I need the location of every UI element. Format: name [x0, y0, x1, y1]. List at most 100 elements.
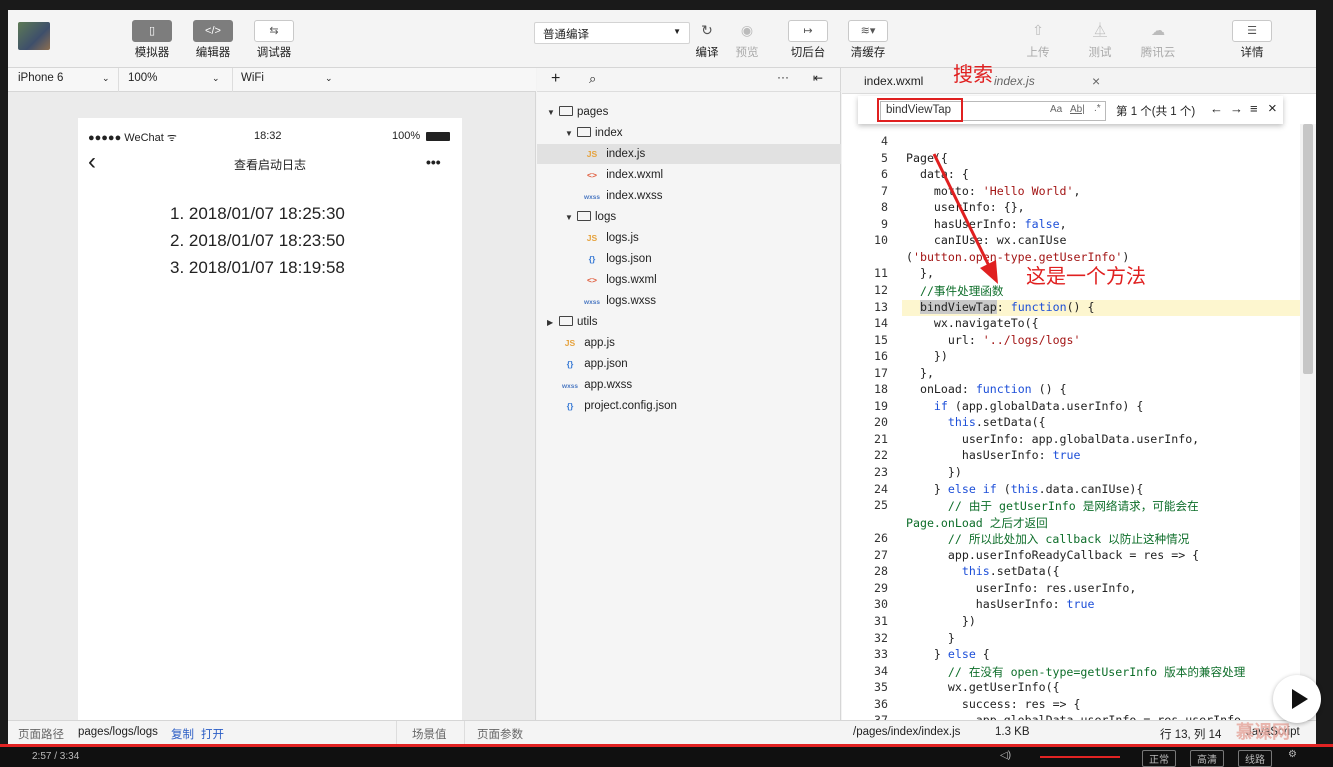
caret-right-icon: ▶	[547, 318, 554, 327]
tree-file-app-js[interactable]: JS app.js	[559, 333, 615, 353]
folder-icon	[559, 106, 573, 116]
line-button[interactable]: 线路	[1238, 750, 1272, 767]
tree-folder-logs[interactable]: ▼ logs	[565, 207, 616, 227]
tree-folder-index[interactable]: ▼ index	[565, 123, 623, 143]
whole-word-icon[interactable]: Ab|	[1070, 104, 1085, 115]
scene-value-button[interactable]: 场景值	[412, 726, 447, 742]
line-number: 24	[874, 481, 888, 496]
clear-cache-button[interactable]: ≋▾ 清缓存	[848, 20, 888, 60]
tree-file-index-wxml[interactable]: <> index.wxml	[581, 165, 663, 185]
code-line: },	[906, 365, 934, 380]
copy-link[interactable]: 复制	[171, 726, 194, 742]
log-item: 1. 2018/01/07 18:25:30	[170, 204, 345, 223]
code-area[interactable]: 4 5 Page({6 data: {7 motto: 'Hello World',…	[842, 68, 1316, 727]
js-file-icon: JS	[586, 149, 598, 159]
more-icon[interactable]: •••	[426, 154, 441, 170]
find-in-selection-icon[interactable]: ≡	[1250, 101, 1258, 116]
cursor-position: 行 13, 列 14	[1160, 729, 1222, 741]
tree-file-app-json[interactable]: {} app.json	[559, 354, 628, 374]
tree-file-app-wxss[interactable]: wxss app.wxss	[559, 375, 632, 395]
user-avatar[interactable]	[18, 22, 50, 50]
line-number: 17	[874, 365, 888, 380]
upload-button[interactable]: ⇧ 上传	[1018, 20, 1058, 60]
background-button[interactable]: ↦ 切后台	[788, 20, 828, 60]
regex-icon[interactable]: .*	[1094, 103, 1101, 114]
compile-mode-select[interactable]: 普通编译 ▼	[534, 22, 690, 44]
divider	[464, 721, 465, 744]
open-link[interactable]: 打开	[201, 726, 224, 742]
tab-index-wxml[interactable]: index.wxml	[864, 68, 923, 94]
code-line: userInfo: res.userInfo,	[906, 580, 1137, 595]
details-button[interactable]: ☰ 详情	[1232, 20, 1272, 60]
debug-icon: ⇆	[254, 20, 294, 42]
tree-file-logs-wxss[interactable]: wxss logs.wxss	[581, 291, 656, 311]
match-case-icon[interactable]: Aa	[1050, 104, 1062, 115]
line-number: 12	[874, 282, 888, 297]
search-result-count: 第 1 个(共 1 个)	[1116, 106, 1196, 118]
tencent-cloud-button[interactable]: ☁ 腾讯云	[1138, 20, 1178, 60]
tree-label: project.config.json	[584, 400, 677, 412]
preview-button[interactable]: ◉ 预览	[730, 20, 764, 60]
line-number: 30	[874, 597, 888, 612]
simulator-button[interactable]: ▯ 模拟器	[132, 20, 172, 60]
line-number: 23	[874, 465, 888, 479]
close-icon[interactable]: ×	[1268, 100, 1277, 117]
js-file-icon: JS	[586, 233, 598, 243]
tree-folder-pages[interactable]: ▼ pages	[547, 102, 608, 122]
compile-button[interactable]: ↻ 编译	[690, 20, 724, 60]
preview-label: 预览	[735, 47, 759, 59]
line-number: 16	[874, 349, 888, 364]
close-tab-icon[interactable]: ×	[1092, 68, 1100, 94]
search-icon[interactable]: ⌕	[589, 71, 596, 87]
tree-file-logs-js[interactable]: JS logs.js	[581, 228, 639, 248]
speed-button[interactable]: 正常	[1142, 750, 1176, 767]
test-label: 测试	[1088, 47, 1112, 59]
upload-icon: ⇧	[1032, 22, 1044, 38]
code-line: // 在没有 open-type=getUserInfo 版本的兼容处理	[906, 664, 1246, 679]
scroll-thumb[interactable]	[1303, 124, 1313, 374]
more-icon[interactable]: ···	[777, 70, 789, 84]
collapse-icon[interactable]: ⇤	[813, 71, 823, 85]
tree-file-index-wxss[interactable]: wxss index.wxss	[581, 186, 662, 206]
code-line: } else {	[906, 647, 990, 662]
phone-screen: ●●●●● WeChat ᯤ 18:32 100% ‹ 查看启动日志 ••• 1…	[78, 118, 462, 730]
volume-icon[interactable]: ◁)	[1000, 750, 1011, 761]
tree-folder-utils[interactable]: ▶ utils	[547, 312, 597, 332]
editor-scrollbar[interactable]	[1300, 124, 1316, 720]
tree-label: index.wxss	[606, 190, 663, 202]
debugger-button[interactable]: ⇆ 调试器	[254, 20, 294, 60]
watermark-logo: 慕课网	[1236, 722, 1290, 742]
add-icon[interactable]: +	[551, 70, 560, 88]
volume-slider[interactable]	[1040, 756, 1120, 758]
arrow-left-icon[interactable]: ←	[1210, 101, 1223, 116]
wxss-file-icon: wxss	[584, 299, 600, 306]
network-select[interactable]: WiFi ⌄	[241, 72, 341, 84]
tree-file-logs-wxml[interactable]: <> logs.wxml	[581, 270, 657, 290]
debugger-label: 调试器	[256, 47, 292, 59]
menu-icon: ☰	[1232, 20, 1272, 42]
tab-index-js[interactable]: index.js	[994, 68, 1035, 94]
line-number: 6	[881, 167, 888, 182]
page-path-label: 页面路径	[18, 729, 64, 741]
settings-icon[interactable]: ⚙	[1288, 749, 1297, 760]
tree-file-index-js[interactable]: JS index.js	[537, 144, 841, 164]
code-line: // 所以此处加入 callback 以防止这种情况	[906, 532, 1190, 547]
line-number: 7	[881, 183, 888, 198]
page-params-button[interactable]: 页面参数	[477, 726, 523, 742]
line-number: 27	[874, 547, 888, 562]
line-number: 31	[874, 613, 888, 628]
quality-button[interactable]: 高清	[1190, 750, 1224, 767]
code-line: bindViewTap: function() {	[919, 299, 1095, 314]
tree-file-project-config[interactable]: {} project.config.json	[559, 396, 677, 416]
arrow-right-icon[interactable]: →	[1230, 101, 1243, 116]
chevron-down-icon: ⌄	[325, 73, 333, 83]
test-button[interactable]: ⏅ 测试	[1080, 20, 1120, 60]
play-button[interactable]	[1273, 675, 1321, 723]
caret-down-icon: ▼	[547, 108, 555, 117]
editor-button[interactable]: </> 编辑器	[193, 20, 233, 60]
line-number: 5	[881, 150, 888, 165]
device-select[interactable]: iPhone 6 ⌄	[18, 72, 118, 84]
zoom-select[interactable]: 100% ⌄	[128, 72, 232, 84]
line-number: 9	[881, 216, 888, 231]
tree-file-logs-json[interactable]: {} logs.json	[581, 249, 652, 269]
